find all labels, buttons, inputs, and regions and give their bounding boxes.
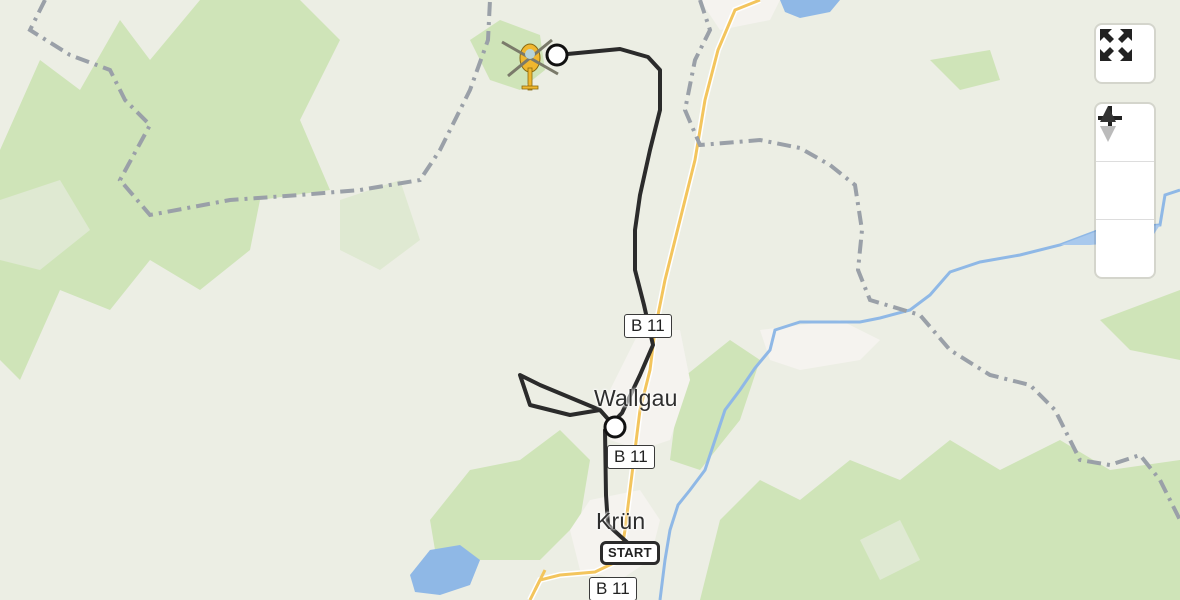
road-shield-b11: B 11 <box>624 314 672 338</box>
reset-bearing-button[interactable] <box>1096 106 1154 277</box>
map-base-layer <box>0 0 1180 600</box>
place-label-kruen: Krün <box>596 508 646 534</box>
route-start-badge[interactable]: START <box>600 541 660 565</box>
zoom-control-group <box>1096 104 1154 277</box>
fullscreen-control <box>1096 25 1154 82</box>
compass-icon <box>1100 106 1116 142</box>
route-end-marker[interactable] <box>545 43 569 67</box>
place-label-wallgau: Wallgau <box>594 385 678 411</box>
road-shield-b11: B 11 <box>607 445 655 469</box>
zoom-out-button[interactable] <box>1096 116 1154 219</box>
road-shield-b11: B 11 <box>589 577 637 600</box>
map-canvas[interactable]: Wallgau Krün B 11 B 11 B 11 START <box>0 0 1180 600</box>
route-waypoint-marker[interactable] <box>603 415 627 439</box>
fullscreen-icon <box>1100 29 1132 61</box>
fullscreen-button[interactable] <box>1096 25 1154 82</box>
